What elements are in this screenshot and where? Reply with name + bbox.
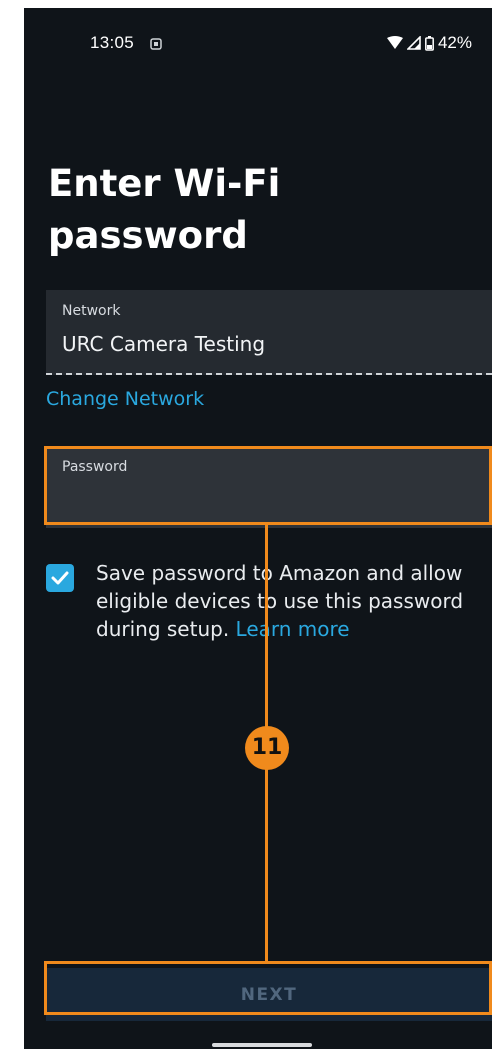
learn-more-link[interactable]: Learn more [236, 617, 350, 641]
save-password-text: Save password to Amazon and allow eligib… [96, 559, 488, 643]
status-bar: 13:05 42% [24, 8, 492, 68]
step-number-badge: 11 [245, 726, 289, 770]
status-icons: 42% [386, 33, 472, 53]
phone-screen: 13:05 42% Enter Wi-Fi password Network U… [24, 8, 492, 1049]
battery-percent: 42% [437, 33, 472, 52]
home-indicator[interactable] [212, 1043, 312, 1047]
wifi-icon [386, 36, 403, 50]
network-field[interactable]: Network URC Camera Testing [46, 290, 492, 375]
status-time: 13:05 [90, 33, 135, 52]
battery-icon [425, 35, 434, 51]
save-password-checkbox[interactable] [46, 564, 74, 592]
page-title: Enter Wi-Fi password [48, 162, 281, 257]
next-highlight-box [44, 961, 492, 1015]
network-value: URC Camera Testing [62, 332, 266, 356]
change-network-link[interactable]: Change Network [46, 388, 204, 410]
network-label: Network [62, 303, 121, 319]
signal-icon [406, 36, 421, 50]
password-highlight-box [44, 446, 492, 525]
notification-icon [150, 36, 162, 50]
checkmark-icon [51, 571, 69, 585]
